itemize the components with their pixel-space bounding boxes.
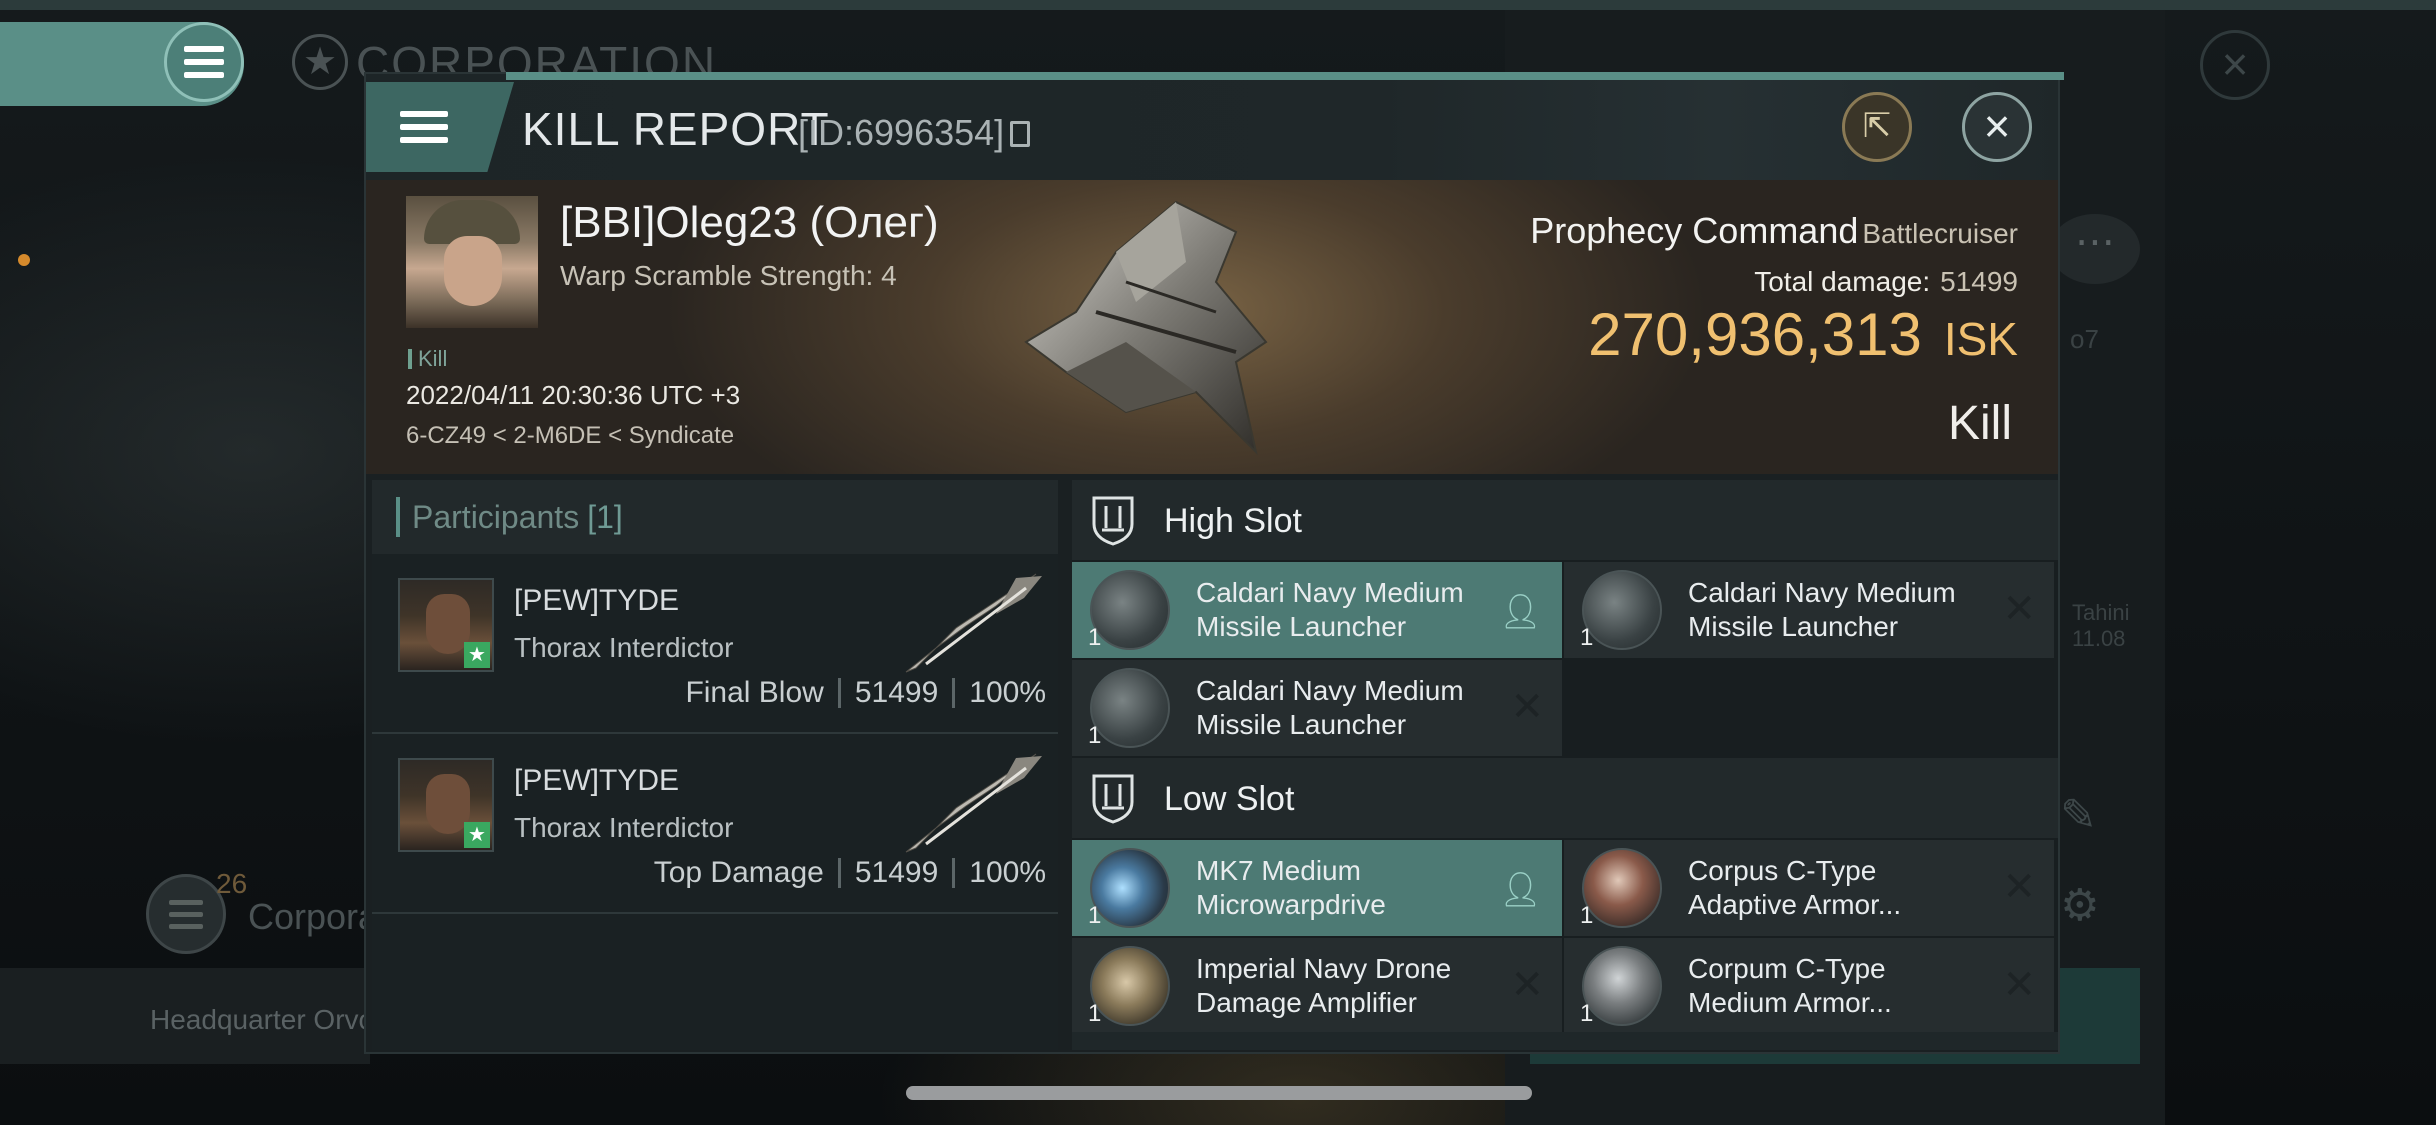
- module-name: MK7 Medium Microwarpdrive: [1196, 855, 1386, 920]
- participants-header: Participants [1]: [372, 480, 1058, 554]
- low-slot-modules: 1 MK7 Medium Microwarpdrive 👤︎ 1 Corpus C…: [1072, 838, 2058, 1034]
- share-icon[interactable]: ⇱: [1842, 92, 1912, 162]
- high-slot-header: High Slot: [1072, 480, 2058, 560]
- x-icon: ✕: [2002, 865, 2036, 909]
- module-item[interactable]: 1 Caldari Navy Medium Missile Launcher ✕: [1072, 660, 1562, 756]
- copy-icon[interactable]: [1010, 121, 1031, 147]
- ship-class: Battlecruiser: [1862, 218, 2018, 249]
- x-icon: ✕: [2002, 963, 2036, 1007]
- participant-row[interactable]: ★ [PEW]TYDE Thorax Interdictor Final Blo…: [372, 554, 1058, 734]
- hamburger-icon: [400, 111, 448, 143]
- background-right-date: Tahini 11.08: [2072, 600, 2130, 651]
- dialog-accent-line: [506, 72, 2064, 80]
- corporation-menu-button[interactable]: [146, 874, 226, 954]
- participant-name: [PEW]TYDE: [514, 584, 680, 617]
- ship-name[interactable]: Prophecy Command Battlecruiser: [1530, 210, 2018, 252]
- module-item[interactable]: 1 Caldari Navy Medium Missile Launcher ✕: [1564, 562, 2054, 658]
- slot-shield-icon: [1092, 496, 1134, 546]
- participant-ship: Thorax Interdictor: [514, 632, 734, 663]
- kill-id-text: [ID:6996354]: [798, 112, 1005, 153]
- person-icon: 👤︎: [1498, 871, 1542, 909]
- x-icon: ✕: [2002, 587, 2036, 631]
- background-top-bar: [0, 0, 2436, 10]
- star-badge-icon: ★: [464, 822, 490, 848]
- x-icon: ✕: [1510, 963, 1544, 1007]
- empty-module-slot: [1564, 660, 2054, 756]
- hamburger-icon: [169, 899, 203, 929]
- background-close-icon[interactable]: ×: [2200, 30, 2270, 100]
- victim-portrait[interactable]: [406, 196, 538, 328]
- module-item[interactable]: 1 Corpus C-Type Adaptive Armor... ✕: [1564, 840, 2054, 936]
- low-slot-title: Low Slot: [1164, 780, 1295, 818]
- module-name: Imperial Navy Drone Damage Amplifier: [1196, 953, 1452, 1018]
- headquarter-text: Headquarter Orvo: [150, 1004, 375, 1035]
- module-name: Corpum C-Type Medium Armor...: [1688, 953, 1892, 1018]
- corporation-label: Corpora: [248, 896, 379, 937]
- module-name: Caldari Navy Medium Missile Launcher: [1196, 675, 1464, 740]
- kill-location[interactable]: 6-CZ49 < 2-M6DE < Syndicate: [406, 422, 734, 450]
- participant-ship: Thorax Interdictor: [514, 812, 734, 843]
- kill-tag: Kill: [408, 346, 447, 372]
- participant-stats: Final Blow 51499 100%: [685, 676, 1046, 709]
- background-right-text: o7: [2070, 324, 2099, 354]
- armor-repairer-icon: [1582, 946, 1662, 1026]
- victim-banner: [BBI]Oleg23 (Олег) Warp Scramble Strengt…: [366, 180, 2058, 474]
- missile-launcher-icon: [1090, 668, 1170, 748]
- x-icon: ✕: [1510, 685, 1544, 729]
- warp-scramble-strength: Warp Scramble Strength: 4: [560, 260, 897, 291]
- drone-amplifier-icon: [1090, 946, 1170, 1026]
- close-icon[interactable]: ×: [1962, 92, 2032, 162]
- victim-ship-image[interactable]: [1006, 192, 1326, 462]
- more-options-icon[interactable]: ⋯: [2050, 214, 2140, 284]
- next-slot-header-partial: [1072, 1032, 2058, 1050]
- microwarpdrive-icon: [1090, 848, 1170, 928]
- hamburger-icon: [184, 46, 224, 78]
- star-badge-icon: ★: [464, 642, 490, 668]
- edit-icon[interactable]: ✎: [2060, 790, 2114, 844]
- module-name: Caldari Navy Medium Missile Launcher: [1688, 577, 1956, 642]
- background-menu-button[interactable]: [164, 22, 244, 102]
- person-icon: 👤︎: [1498, 593, 1542, 631]
- corporation-star-icon: ★: [292, 34, 348, 90]
- module-item[interactable]: 1 Corpum C-Type Medium Armor... ✕: [1564, 938, 2054, 1034]
- corporation-badge-number: 26: [216, 868, 248, 899]
- module-name: Corpus C-Type Adaptive Armor...: [1688, 855, 1902, 920]
- module-item[interactable]: 1 Imperial Navy Drone Damage Amplifier ✕: [1072, 938, 1562, 1034]
- dialog-title: KILL REPORT: [522, 103, 830, 155]
- slot-shield-icon: [1092, 774, 1134, 824]
- settings-icon[interactable]: ⚙: [2060, 880, 2099, 931]
- missile-launcher-icon: [1090, 570, 1170, 650]
- participant-ship-image: [905, 753, 1042, 853]
- module-name: Caldari Navy Medium Missile Launcher: [1196, 577, 1464, 642]
- kill-report-dialog: KILL REPORT [ID:6996354] ⇱ × [BBI]Oleg23…: [364, 72, 2064, 1054]
- missile-launcher-icon: [1582, 570, 1662, 650]
- armor-hardener-icon: [1582, 848, 1662, 928]
- participant-portrait[interactable]: ★: [398, 578, 494, 672]
- participant-row[interactable]: ★ [PEW]TYDE Thorax Interdictor Top Damag…: [372, 734, 1058, 914]
- screen: ★ CORPORATION × ⋯ o7 Tahini 11.08 ✎ ⚙ 26…: [0, 0, 2436, 1125]
- module-item[interactable]: 1 Caldari Navy Medium Missile Launcher 👤︎: [1072, 562, 1562, 658]
- notification-dot: [18, 254, 30, 266]
- participant-ship-image: [905, 573, 1042, 673]
- kill-id[interactable]: [ID:6996354]: [798, 112, 1031, 154]
- dialog-menu-button[interactable]: [366, 82, 514, 172]
- participant-portrait[interactable]: ★: [398, 758, 494, 852]
- total-damage: Total damage: 51499: [1754, 266, 2018, 297]
- kill-datetime: 2022/04/11 20:30:36 UTC +3: [406, 380, 741, 410]
- home-indicator[interactable]: [906, 1086, 1532, 1100]
- participant-name: [PEW]TYDE: [514, 764, 680, 797]
- participant-stats: Top Damage 51499 100%: [653, 856, 1046, 889]
- isk-value: 270,936,313 ISK: [1588, 301, 2018, 368]
- victim-name[interactable]: [BBI]Oleg23 (Олег): [560, 198, 939, 248]
- kill-result-label: Kill: [1947, 397, 2012, 450]
- dialog-header: KILL REPORT [ID:6996354] ⇱ ×: [366, 74, 2058, 180]
- low-slot-header: Low Slot: [1072, 758, 2058, 838]
- participants-panel: Participants [1] ★ [PEW]TYDE Thorax Inter…: [372, 480, 1058, 1050]
- fitting-panel: High Slot 1 Caldari Navy Medium Missile L…: [1072, 480, 2058, 1050]
- module-item[interactable]: 1 MK7 Medium Microwarpdrive 👤︎: [1072, 840, 1562, 936]
- high-slot-modules: 1 Caldari Navy Medium Missile Launcher 👤︎…: [1072, 560, 2058, 756]
- high-slot-title: High Slot: [1164, 502, 1302, 540]
